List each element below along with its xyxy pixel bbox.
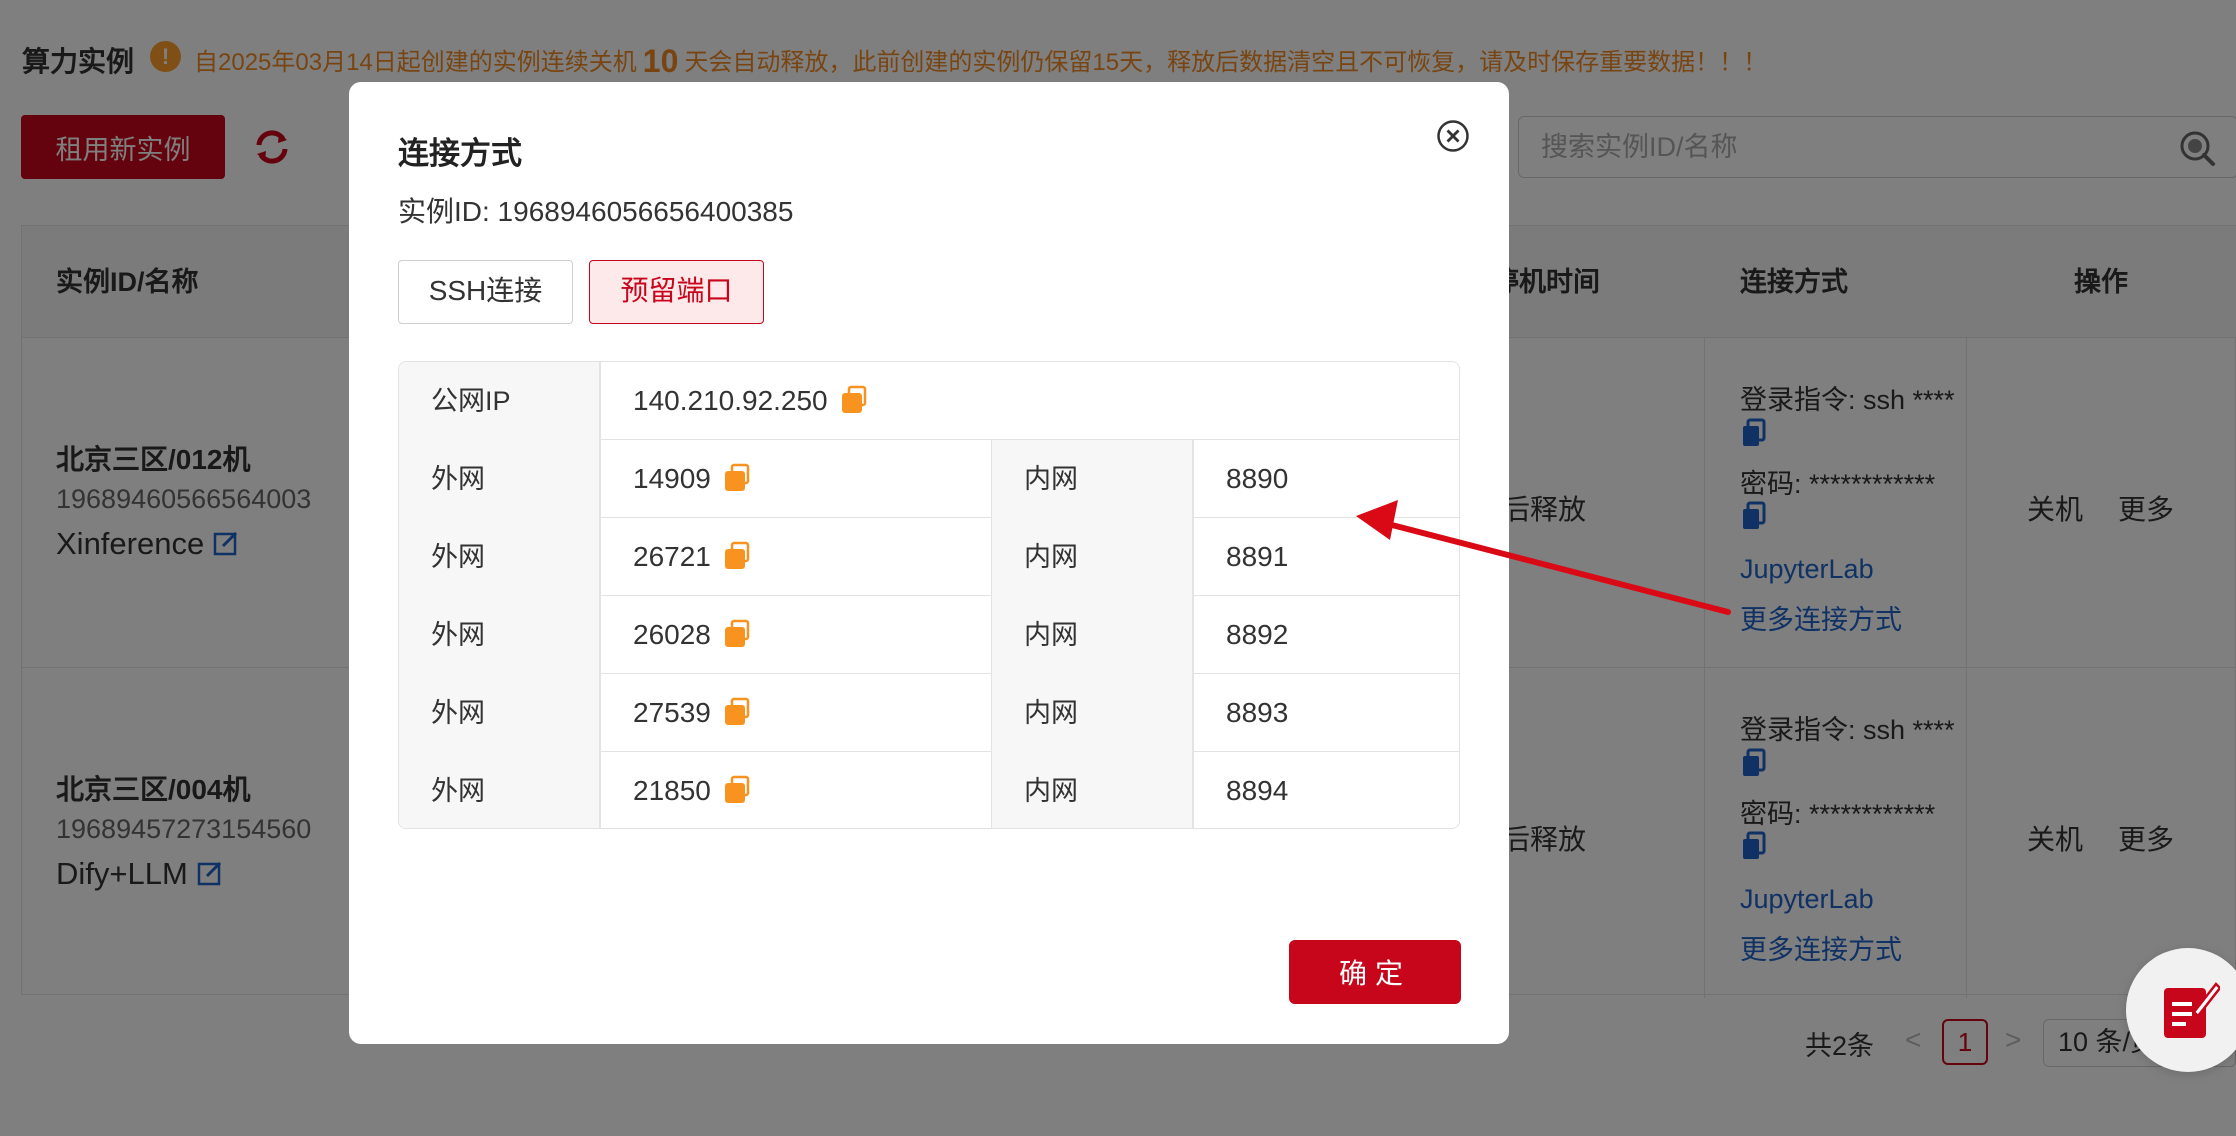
cell-divider: [1192, 752, 1194, 828]
internal-port: 8892: [1226, 619, 1289, 650]
external-port-text: 21850: [633, 775, 711, 806]
modal-title: 连接方式: [398, 136, 522, 171]
cell-divider: [599, 752, 601, 828]
external-port: 14909: [633, 440, 751, 518]
port-row: 外网 27539 内网 8893: [399, 674, 1459, 752]
copy-icon[interactable]: [840, 385, 868, 415]
tab-ssh[interactable]: SSH连接: [398, 260, 573, 324]
port-row: 外网 26721 内网 8891: [399, 518, 1459, 596]
cell-divider: [599, 674, 601, 752]
cell-divider: [1192, 596, 1194, 674]
internal-port: 8891: [1226, 541, 1289, 572]
connection-modal: 连接方式 实例ID: 1968946056656400385 SSH连接 预留端…: [349, 82, 1509, 1044]
port-row: 外网 14909 内网 8890: [399, 440, 1459, 518]
cell-divider: [599, 518, 601, 596]
port-row: 外网 26028 内网 8892: [399, 596, 1459, 674]
copy-icon[interactable]: [723, 619, 751, 649]
modal-instance-id: 实例ID: 1968946056656400385: [398, 196, 794, 227]
internal-label: 内网: [992, 674, 1192, 752]
public-ip-label: 公网IP: [399, 362, 599, 440]
external-port-text: 14909: [633, 463, 711, 494]
cell-divider: [599, 440, 601, 518]
external-port: 27539: [633, 674, 751, 752]
external-port: 21850: [633, 752, 751, 828]
external-label: 外网: [399, 596, 599, 674]
cell-divider: [1192, 518, 1194, 596]
external-label: 外网: [399, 518, 599, 596]
internal-port: 8894: [1226, 775, 1289, 806]
close-icon[interactable]: [1436, 119, 1470, 153]
internal-label: 内网: [992, 518, 1192, 596]
copy-icon[interactable]: [723, 541, 751, 571]
external-port-text: 26721: [633, 541, 711, 572]
cell-divider: [599, 596, 601, 674]
feedback-icon: [2164, 982, 2220, 1038]
external-label: 外网: [399, 674, 599, 752]
external-port: 26721: [633, 518, 751, 596]
external-port: 26028: [633, 596, 751, 674]
confirm-button[interactable]: 确定: [1289, 940, 1461, 1004]
public-ip-value: 140.210.92.250: [633, 362, 868, 440]
ports-table: 公网IP 140.210.92.250 外网 14909 内网 8890 外网 …: [398, 361, 1460, 829]
internal-label: 内网: [992, 440, 1192, 518]
cell-divider: [599, 362, 601, 440]
external-port-text: 26028: [633, 619, 711, 650]
port-row: 外网 21850 内网 8894: [399, 752, 1459, 828]
cell-divider: [1192, 440, 1194, 518]
external-port-text: 27539: [633, 697, 711, 728]
cell-divider: [1192, 674, 1194, 752]
internal-port: 8893: [1226, 697, 1289, 728]
external-label: 外网: [399, 752, 599, 828]
external-label: 外网: [399, 440, 599, 518]
public-ip-row: 公网IP 140.210.92.250: [399, 362, 1459, 440]
copy-icon[interactable]: [723, 775, 751, 805]
internal-port: 8890: [1226, 463, 1289, 494]
public-ip-text: 140.210.92.250: [633, 385, 828, 416]
copy-icon[interactable]: [723, 463, 751, 493]
internal-label: 内网: [992, 596, 1192, 674]
internal-label: 内网: [992, 752, 1192, 828]
tab-reserved-ports[interactable]: 预留端口: [589, 260, 764, 324]
copy-icon[interactable]: [723, 697, 751, 727]
